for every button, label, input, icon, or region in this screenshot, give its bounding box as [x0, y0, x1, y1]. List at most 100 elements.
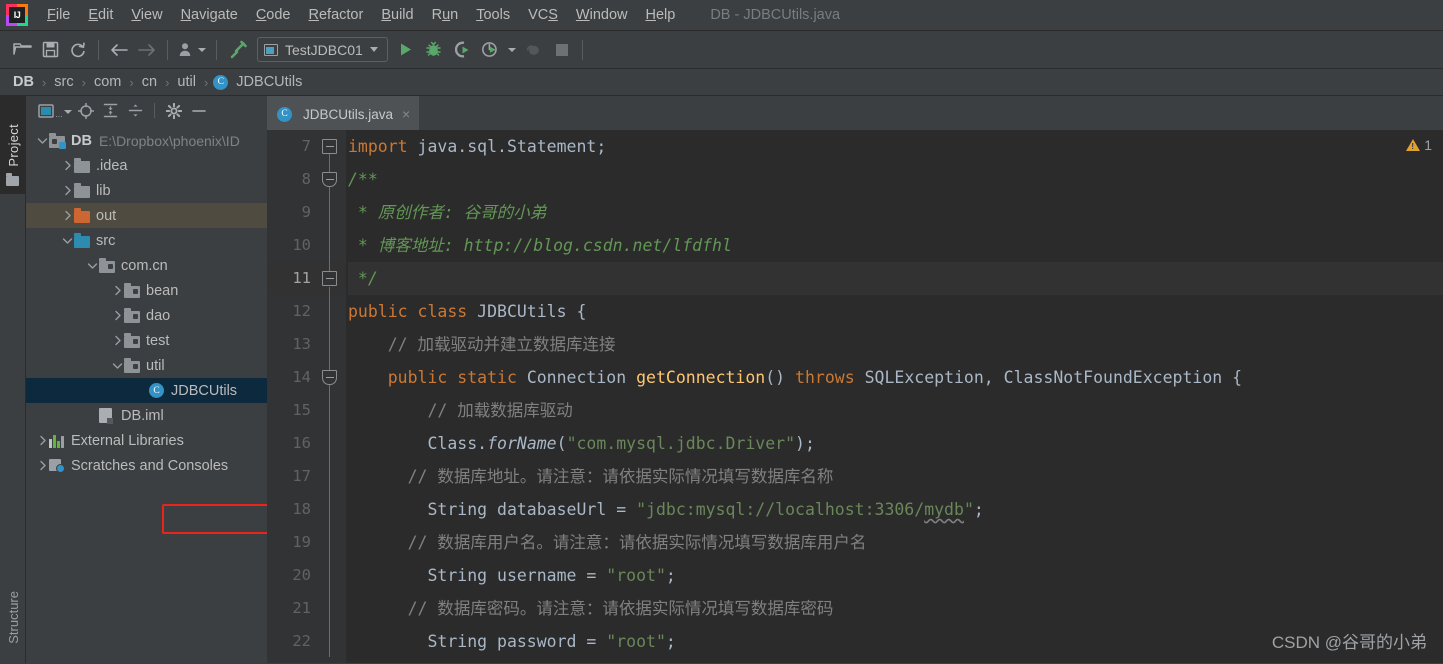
- chevron-down-icon: [369, 47, 378, 52]
- inspection-status-badge[interactable]: 1: [1406, 137, 1432, 153]
- tree-node--idea[interactable]: .idea: [26, 153, 267, 178]
- chevron-right-icon[interactable]: [61, 160, 74, 171]
- project-view-selector-icon[interactable]: ...: [38, 99, 72, 122]
- menu-item-refactor[interactable]: Refactor: [300, 3, 373, 27]
- run-config-label: TestJDBC01: [285, 41, 363, 58]
- debug-icon[interactable]: [420, 36, 448, 64]
- tree-node-util[interactable]: util: [26, 353, 267, 378]
- menu-item-run[interactable]: Run: [423, 3, 468, 27]
- tree-node-dao[interactable]: dao: [26, 303, 267, 328]
- code-line[interactable]: /**: [348, 163, 1443, 196]
- fold-marker-method[interactable]: [322, 370, 337, 385]
- save-icon[interactable]: [36, 36, 64, 64]
- tree-node-test[interactable]: test: [26, 328, 267, 353]
- locate-icon[interactable]: [74, 99, 97, 122]
- breadcrumb-item-util[interactable]: util: [174, 74, 199, 90]
- breadcrumb-separator: ›: [165, 74, 170, 90]
- fold-marker-import[interactable]: [322, 139, 337, 154]
- chevron-right-icon[interactable]: [111, 285, 124, 296]
- run-with-coverage-icon[interactable]: [448, 36, 476, 64]
- collapse-all-icon[interactable]: [124, 99, 147, 122]
- code-line[interactable]: // 数据库地址。请注意：请依据实际情况填写数据库名称: [348, 460, 1443, 493]
- editor-viewport[interactable]: 7 8 9 10 11 12 13 14 15 16 17 18 19 20 21 22 import jav…: [267, 130, 1443, 663]
- project-tree[interactable]: DB E:\Dropbox\phoenix\ID .idea lib out src com…: [26, 125, 267, 663]
- breadcrumb-item-jdbcutils[interactable]: JDBCUtils: [233, 74, 305, 90]
- libraries-icon: [49, 434, 64, 448]
- code-line[interactable]: // 加载数据库驱动: [348, 394, 1443, 427]
- breadcrumb-item-src[interactable]: src: [51, 74, 76, 90]
- menu-item-view[interactable]: View: [122, 3, 171, 27]
- code-line[interactable]: * 原创作者: 谷哥的小弟: [348, 196, 1443, 229]
- code-line[interactable]: public class JDBCUtils {: [348, 295, 1443, 328]
- expand-all-icon[interactable]: [99, 99, 122, 122]
- menu-item-navigate[interactable]: Navigate: [172, 3, 247, 27]
- code-line[interactable]: // 数据库密码。请注意：请依据实际情况填写数据库密码: [348, 592, 1443, 625]
- tree-node-lib[interactable]: lib: [26, 178, 267, 203]
- tree-node-jdbcutils[interactable]: C JDBCUtils: [26, 378, 267, 403]
- settings-gear-icon[interactable]: [162, 99, 185, 122]
- code-line[interactable]: String password = "root";: [348, 625, 1443, 658]
- run-icon[interactable]: [392, 36, 420, 64]
- code-line[interactable]: // 加载驱动并建立数据库连接: [348, 328, 1443, 361]
- code-line[interactable]: // 数据库用户名。请注意：请依据实际情况填写数据库用户名: [348, 526, 1443, 559]
- vcs-update-icon[interactable]: [174, 36, 210, 64]
- fold-marker-javadoc-end[interactable]: [322, 271, 337, 286]
- build-hammer-icon[interactable]: [223, 36, 251, 64]
- open-folder-icon[interactable]: [8, 36, 36, 64]
- breadcrumb-item-cn[interactable]: cn: [139, 74, 160, 90]
- chevron-right-icon[interactable]: [36, 435, 49, 446]
- menu-item-window[interactable]: Window: [567, 3, 637, 27]
- sidebar-item-structure-tab[interactable]: Structure: [0, 571, 26, 663]
- breadcrumb-item-com[interactable]: com: [91, 74, 124, 90]
- chevron-right-icon[interactable]: [111, 335, 124, 346]
- code-line[interactable]: String databaseUrl = "jdbc:mysql://local…: [348, 493, 1443, 526]
- chevron-right-icon[interactable]: [111, 310, 124, 321]
- menu-item-edit[interactable]: Edit: [79, 3, 122, 27]
- panel-toolbar-divider: [154, 103, 155, 118]
- tree-node-bean[interactable]: bean: [26, 278, 267, 303]
- close-icon[interactable]: ×: [402, 107, 410, 121]
- breadcrumb-item-db[interactable]: DB: [10, 74, 37, 90]
- tree-node-src[interactable]: src: [26, 228, 267, 253]
- tree-node-scratches-and-consoles[interactable]: Scratches and Consoles: [26, 453, 267, 478]
- code-line[interactable]: String username = "root";: [348, 559, 1443, 592]
- menu-item-file[interactable]: File: [38, 3, 79, 27]
- chevron-down-icon[interactable]: [36, 137, 49, 145]
- back-arrow-icon[interactable]: [105, 36, 133, 64]
- tab-jdbcutils-java[interactable]: C JDBCUtils.java ×: [267, 96, 420, 130]
- tree-node-label: JDBCUtils: [171, 382, 238, 399]
- code-line[interactable]: public static Connection getConnection()…: [348, 361, 1443, 394]
- tree-node-label: DB.iml: [121, 407, 164, 424]
- chevron-right-icon[interactable]: [61, 185, 74, 196]
- menu-item-build[interactable]: Build: [372, 3, 422, 27]
- sidebar-item-project-tab[interactable]: Project: [0, 96, 26, 194]
- code-line[interactable]: Class.forName("com.mysql.jdbc.Driver");: [348, 427, 1443, 460]
- fold-column[interactable]: [313, 130, 346, 663]
- tree-node-db[interactable]: DB E:\Dropbox\phoenix\ID: [26, 128, 267, 153]
- hide-panel-icon[interactable]: [187, 99, 210, 122]
- profile-icon[interactable]: [476, 36, 504, 64]
- menu-item-code[interactable]: Code: [247, 3, 300, 27]
- code-line[interactable]: * 博客地址: http://blog.csdn.net/lfdfhl: [348, 229, 1443, 262]
- code-line[interactable]: */: [348, 262, 1443, 295]
- chevron-down-icon[interactable]: [111, 362, 124, 370]
- menu-item-vcs[interactable]: VCS: [519, 3, 567, 27]
- line-number-gutter[interactable]: 7 8 9 10 11 12 13 14 15 16 17 18 19 20 21 22: [267, 130, 346, 663]
- stop-icon: [548, 36, 576, 64]
- chevron-right-icon[interactable]: [61, 210, 74, 221]
- fold-marker-javadoc-start[interactable]: [322, 172, 337, 187]
- code-line[interactable]: import java.sql.Statement;: [348, 130, 1443, 163]
- menu-item-tools[interactable]: Tools: [467, 3, 519, 27]
- profile-dropdown-chevron-down-icon[interactable]: [504, 36, 520, 64]
- tree-node-out[interactable]: out: [26, 203, 267, 228]
- tree-node-db-iml[interactable]: DB.iml: [26, 403, 267, 428]
- code-content[interactable]: import java.sql.Statement; /** * 原创作者: 谷哥…: [346, 130, 1443, 663]
- sync-icon[interactable]: [64, 36, 92, 64]
- menu-item-help[interactable]: Help: [636, 3, 684, 27]
- run-configuration-selector[interactable]: TestJDBC01: [257, 37, 388, 62]
- tree-node-com-cn[interactable]: com.cn: [26, 253, 267, 278]
- tree-node-external-libraries[interactable]: External Libraries: [26, 428, 267, 453]
- chevron-down-icon[interactable]: [86, 262, 99, 270]
- chevron-down-icon[interactable]: [61, 237, 74, 245]
- chevron-right-icon[interactable]: [36, 460, 49, 471]
